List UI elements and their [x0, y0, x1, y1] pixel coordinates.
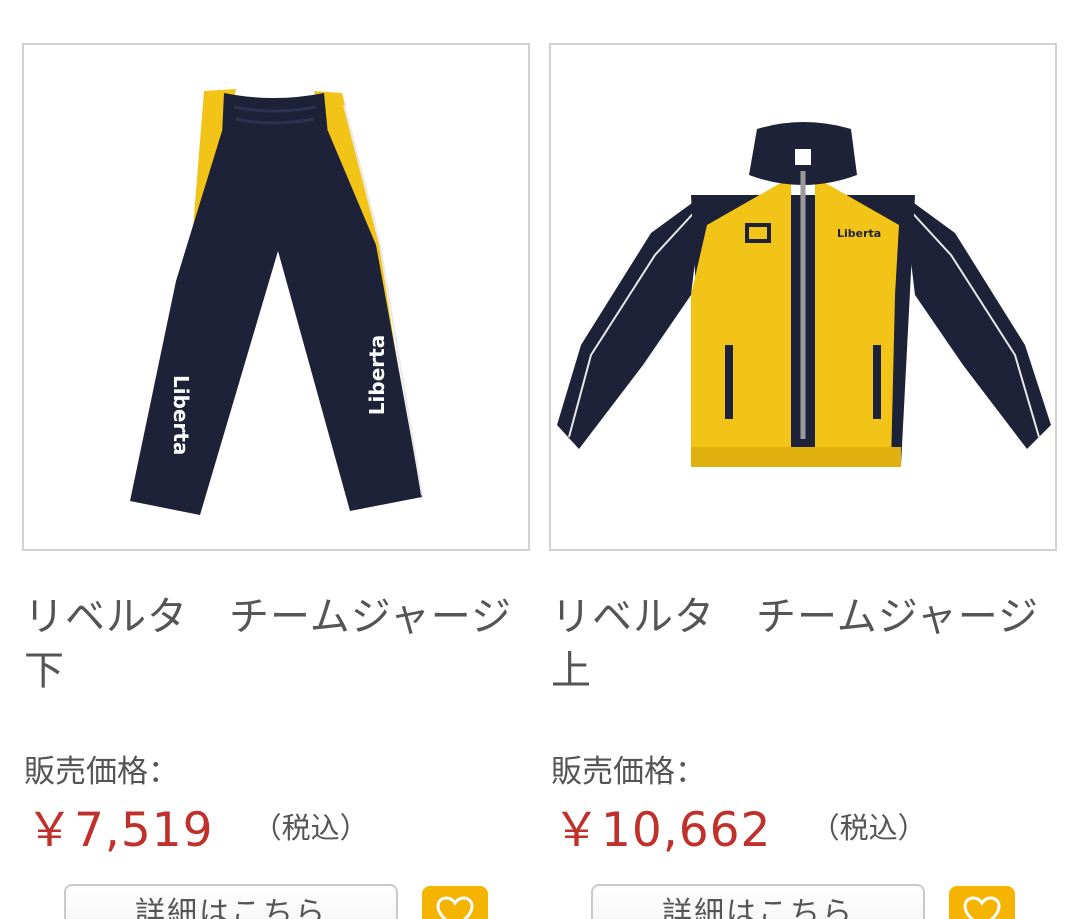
price-value: ￥10,662 — [553, 803, 772, 858]
tax-note: （税込） — [252, 811, 369, 845]
product-image-jacket[interactable]: Liberta — [549, 43, 1057, 551]
favorite-button[interactable] — [422, 886, 488, 919]
price-value: ￥7,519 — [26, 803, 214, 858]
price-label: 販売価格： — [551, 754, 706, 790]
svg-text:Liberta: Liberta — [837, 227, 881, 240]
svg-text:Liberta: Liberta — [365, 335, 389, 415]
track-pants-image: Liberta Liberta — [130, 89, 423, 515]
product-image-pants[interactable]: Liberta Liberta — [22, 43, 530, 551]
detail-button[interactable]: 詳細はこちら — [591, 884, 925, 919]
heart-icon — [436, 896, 474, 919]
heart-icon — [963, 896, 1001, 919]
detail-button[interactable]: 詳細はこちら — [64, 884, 398, 919]
tax-note: （税込） — [810, 811, 927, 845]
price-label: 販売価格： — [24, 754, 179, 790]
track-jacket-image: Liberta — [557, 122, 1051, 467]
price-row: ￥7,519 （税込） — [26, 800, 369, 862]
favorite-button[interactable] — [949, 886, 1015, 919]
product-title[interactable]: リベルタ チームジャージ 下 — [24, 590, 529, 698]
price-row: ￥10,662 （税込） — [553, 800, 927, 862]
product-card: Liberta リベルタ チームジャージ 上 販売価格： ￥10,662 （税込… — [549, 0, 1059, 919]
svg-text:Liberta: Liberta — [169, 375, 193, 455]
product-card: Liberta Liberta リベルタ チームジャージ 下 販売価格： ￥7,… — [22, 0, 532, 919]
product-title[interactable]: リベルタ チームジャージ 上 — [551, 590, 1056, 698]
product-grid: Liberta Liberta リベルタ チームジャージ 下 販売価格： ￥7,… — [0, 0, 1080, 919]
